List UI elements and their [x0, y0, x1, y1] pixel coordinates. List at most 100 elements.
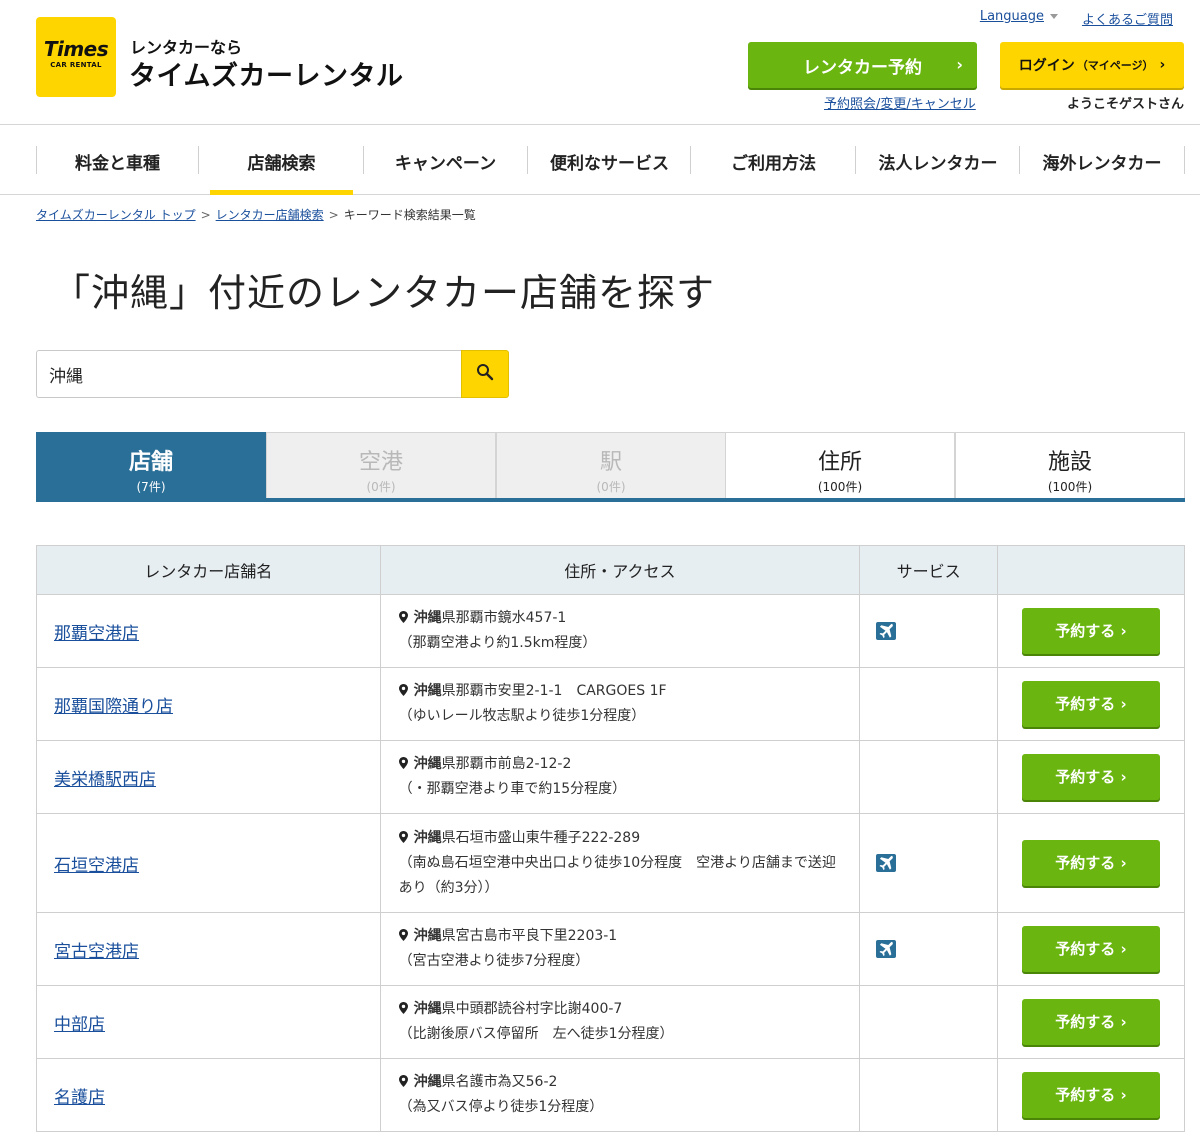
map-pin-icon	[398, 611, 409, 623]
prefecture-highlight: 沖縄	[413, 1001, 442, 1017]
prefecture-highlight: 沖縄	[413, 928, 442, 944]
table-row: 中部店 沖縄県中頭郡読谷村字比謝400-7 （比謝後原バス停留所 左へ徒歩1分程…	[36, 985, 1185, 1059]
reserve-button[interactable]: レンタカー予約 ›	[748, 42, 977, 88]
store-services-cell	[859, 594, 999, 668]
tab-addresses[interactable]: 住所 (100件)	[725, 432, 955, 498]
reserve-store-button[interactable]: 予約する ›	[1022, 999, 1161, 1045]
store-access: （為又バス停より徒歩1分程度）	[398, 1099, 604, 1115]
store-name-cell: 名護店	[36, 1058, 381, 1132]
breadcrumb-store-search-link[interactable]: レンタカー店舗検索	[216, 208, 324, 222]
nav-item-overseas[interactable]: 海外レンタカー	[1020, 147, 1184, 175]
store-name-link[interactable]: 中部店	[54, 1015, 105, 1035]
logo-text: Times	[43, 37, 109, 61]
login-button-sub: （マイページ）	[1076, 59, 1154, 72]
column-header-services: サービス	[859, 545, 999, 595]
store-name-link[interactable]: 名護店	[54, 1088, 105, 1108]
nav-item-corporate[interactable]: 法人レンタカー	[856, 147, 1020, 175]
store-name-cell: 中部店	[36, 985, 381, 1059]
map-pin-icon	[398, 929, 409, 941]
airplane-icon	[876, 622, 897, 640]
nav-item-store-search[interactable]: 店舗検索	[199, 147, 364, 175]
tab-count: (0件)	[596, 480, 626, 494]
tab-label: 駅	[599, 450, 622, 475]
tab-airports: 空港 (0件)	[266, 432, 496, 498]
map-pin-icon	[398, 684, 409, 696]
nav-item-services[interactable]: 便利なサービス	[528, 147, 691, 175]
reserve-store-button[interactable]: 予約する ›	[1022, 840, 1161, 886]
reserve-store-button[interactable]: 予約する ›	[1022, 754, 1161, 800]
store-address-cell: 沖縄県那覇市安里2-1-1 CARGOES 1F （ゆいレール牧志駅より徒歩1分…	[379, 667, 861, 741]
table-row: 美栄橋駅西店 沖縄県那覇市前島2-12-2 （・那覇空港より車で約15分程度） …	[36, 740, 1185, 814]
store-address-cell: 沖縄県那覇市鏡水457-1 （那覇空港より約1.5km程度）	[379, 594, 861, 668]
column-header-action	[997, 545, 1185, 595]
reserve-button-label: レンタカー予約	[803, 57, 922, 78]
breadcrumb-top-link[interactable]: タイムズカーレンタル トップ	[36, 208, 196, 222]
store-address-cell: 沖縄県宮古島市平良下里2203-1 （宮古空港より徒歩7分程度）	[379, 912, 861, 986]
reserve-store-button[interactable]: 予約する ›	[1022, 1072, 1161, 1118]
column-header-address: 住所・アクセス	[379, 545, 861, 595]
store-name-link[interactable]: 那覇国際通り店	[54, 697, 173, 717]
reserve-store-button[interactable]: 予約する ›	[1022, 608, 1161, 654]
reservation-manage-link[interactable]: 予約照会/変更/キャンセル	[824, 93, 976, 112]
global-nav: 料金と車種 店舗検索 キャンペーン 便利なサービス ご利用方法 法人レンタカー …	[0, 125, 1200, 195]
store-name-cell: 美栄橋駅西店	[36, 740, 381, 814]
tab-stations: 駅 (0件)	[496, 432, 726, 498]
store-services-cell	[859, 667, 999, 741]
chevron-right-icon: ›	[1120, 695, 1127, 713]
store-action-cell: 予約する ›	[997, 813, 1185, 913]
store-address: 県名護市為又56-2	[441, 1074, 558, 1090]
language-link[interactable]: Language	[980, 9, 1044, 24]
airplane-icon	[876, 940, 897, 958]
store-services-cell	[859, 740, 999, 814]
store-action-cell: 予約する ›	[997, 985, 1185, 1059]
table-row: 那覇国際通り店 沖縄県那覇市安里2-1-1 CARGOES 1F （ゆいレール牧…	[36, 667, 1185, 741]
store-name-link[interactable]: 石垣空港店	[54, 856, 139, 876]
tab-label: 住所	[817, 450, 862, 475]
table-row: 宮古空港店 沖縄県宮古島市平良下里2203-1 （宮古空港より徒歩7分程度） 予…	[36, 912, 1185, 986]
times-logo[interactable]: Times CAR RENTAL	[36, 17, 116, 97]
store-results-table: レンタカー店舗名 住所・アクセス サービス 那覇空港店 沖縄県那覇市鏡水457-…	[36, 545, 1185, 1132]
language-selector[interactable]: Language	[980, 9, 1058, 28]
reserve-store-button-label: 予約する	[1055, 768, 1116, 786]
nav-item-campaign[interactable]: キャンペーン	[364, 147, 527, 175]
search-input[interactable]	[36, 350, 462, 398]
tab-underline	[36, 498, 1185, 502]
store-action-cell: 予約する ›	[997, 667, 1185, 741]
store-access: （那覇空港より約1.5km程度）	[398, 635, 597, 651]
nav-item-pricing[interactable]: 料金と車種	[36, 147, 199, 175]
nav-item-how-to-use[interactable]: ご利用方法	[691, 147, 856, 175]
tab-stores[interactable]: 店舗 (7件)	[36, 432, 266, 498]
login-button-label: ログイン	[1018, 58, 1075, 74]
store-access: （ゆいレール牧志駅より徒歩1分程度）	[398, 708, 646, 724]
search-icon	[476, 363, 494, 385]
store-address: 県那覇市前島2-12-2	[441, 756, 572, 772]
store-action-cell: 予約する ›	[997, 594, 1185, 668]
prefecture-highlight: 沖縄	[413, 683, 442, 699]
login-button[interactable]: ログイン （マイページ） ›	[1000, 42, 1184, 88]
search-button[interactable]	[461, 350, 509, 398]
faq-link[interactable]: よくあるご質問	[1082, 9, 1173, 28]
welcome-message: ようこそゲストさん	[1066, 97, 1184, 112]
reserve-store-button-label: 予約する	[1055, 622, 1116, 640]
store-name-link[interactable]: 美栄橋駅西店	[54, 770, 156, 790]
reserve-store-button[interactable]: 予約する ›	[1022, 926, 1161, 972]
column-header-store-name: レンタカー店舗名	[36, 545, 381, 595]
store-services-cell	[859, 985, 999, 1059]
store-address: 県那覇市安里2-1-1 CARGOES 1F	[441, 683, 667, 699]
store-access: （宮古空港より徒歩7分程度）	[398, 953, 590, 969]
result-tabs: 店舗 (7件) 空港 (0件) 駅 (0件) 住所 (100件) 施設 (100…	[36, 432, 1185, 502]
nav-divider	[1184, 146, 1185, 174]
breadcrumb-separator: >	[200, 208, 211, 222]
store-name-link[interactable]: 宮古空港店	[54, 942, 139, 962]
brand-name[interactable]: タイムズカーレンタル	[129, 54, 403, 93]
store-name-link[interactable]: 那覇空港店	[54, 624, 139, 644]
tab-facilities[interactable]: 施設 (100件)	[955, 432, 1185, 498]
prefecture-highlight: 沖縄	[413, 756, 442, 772]
reserve-store-button[interactable]: 予約する ›	[1022, 681, 1161, 727]
store-address: 県那覇市鏡水457-1	[441, 610, 567, 626]
prefecture-highlight: 沖縄	[413, 610, 442, 626]
store-access: （比謝後原バス停留所 左へ徒歩1分程度）	[398, 1026, 674, 1042]
map-pin-icon	[398, 757, 409, 769]
chevron-right-icon: ›	[1120, 940, 1127, 958]
airplane-icon	[876, 854, 897, 872]
